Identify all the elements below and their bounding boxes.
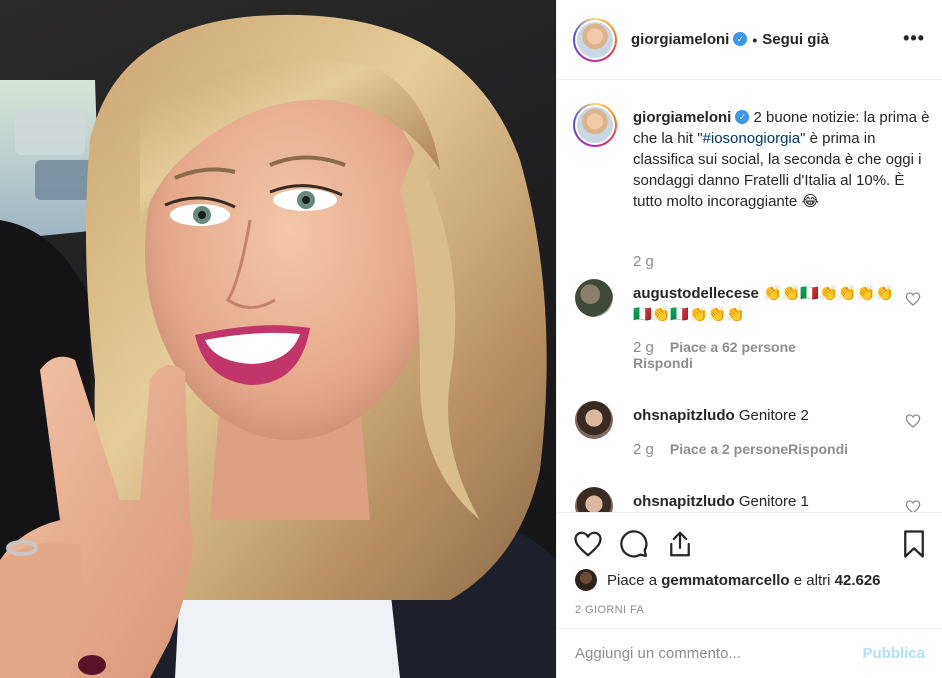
liker-avatar[interactable]	[575, 569, 597, 591]
caption-text: giorgiameloni ✓ 2 buone notizie: la prima…	[633, 107, 933, 212]
comment-likes[interactable]: Piace a 62 persone	[670, 339, 796, 355]
more-horizontal-icon[interactable]: •••	[903, 28, 925, 49]
comment-avatar[interactable]	[575, 487, 613, 513]
comment-text: ohsnapitzludo Genitore 1	[633, 491, 903, 512]
post-date[interactable]: 2 GIORNI FA	[575, 604, 644, 616]
comment-meta: 2 g Piace a 62 persone	[633, 339, 796, 356]
comment-time[interactable]: 2 g	[633, 441, 654, 458]
author-username[interactable]: giorgiameloni	[631, 31, 729, 48]
comment-avatar[interactable]	[575, 279, 613, 317]
caption-username[interactable]: giorgiameloni	[633, 109, 731, 126]
share-icon[interactable]	[665, 529, 695, 559]
post-actions: Piace a gemmatomarcello e altri 42.626 2…	[557, 512, 942, 628]
heart-icon[interactable]	[905, 413, 921, 429]
laughing-emoji: 😂	[801, 193, 819, 210]
author-avatar[interactable]	[573, 17, 617, 62]
heart-icon[interactable]	[905, 499, 921, 513]
like-heart-icon[interactable]	[573, 529, 603, 559]
comment-reply-row: Rispondi	[633, 355, 693, 371]
reply-button[interactable]: Rispondi	[633, 355, 693, 371]
comment-body: Genitore 1	[738, 493, 809, 510]
comments-list[interactable]: giorgiameloni ✓ 2 buone notizie: la prima…	[557, 81, 942, 513]
post-side-panel: giorgiameloni ✓ • Segui già ••• giorgiam…	[556, 0, 942, 678]
comment-body: Genitore 2	[738, 407, 809, 424]
caption-avatar[interactable]	[573, 103, 617, 147]
reply-button[interactable]: Rispondi	[788, 441, 848, 457]
caption-hashtag[interactable]: #iosonogiorgia	[703, 130, 801, 147]
comment-avatar[interactable]	[575, 401, 613, 439]
selfie-illustration	[0, 14, 556, 678]
liker-username[interactable]: gemmatomarcello	[661, 572, 789, 589]
comment-meta: 2 g Piace a 2 personeRispondi	[633, 441, 848, 458]
publish-button[interactable]: Pubblica	[862, 645, 925, 662]
comment-username[interactable]: ohsnapitzludo	[633, 493, 735, 510]
likes-middle: e altri	[793, 571, 831, 589]
separator-dot: •	[752, 31, 758, 48]
heart-icon[interactable]	[905, 291, 921, 307]
likes-summary: Piace a gemmatomarcello e altri 42.626	[575, 569, 881, 591]
post-photo[interactable]	[0, 0, 556, 678]
comment-text: augustodellecese 👏👏🇮🇹👏👏👏👏🇮🇹👏🇮🇹👏👏👏	[633, 283, 903, 325]
caption-meta: 2 g	[633, 253, 654, 270]
likes-prefix: Piace a	[607, 571, 658, 589]
verified-badge-icon: ✓	[733, 31, 748, 46]
comment-likes[interactable]: Piace a 2 persone	[670, 441, 788, 457]
comment-text: ohsnapitzludo Genitore 2	[633, 405, 903, 426]
comment-username[interactable]: ohsnapitzludo	[633, 407, 735, 424]
verified-badge-icon: ✓	[735, 110, 750, 125]
following-button[interactable]: Segui già	[762, 31, 829, 48]
comment-input[interactable]	[575, 645, 863, 662]
likes-count[interactable]: 42.626	[835, 572, 881, 589]
instagram-post: giorgiameloni ✓ • Segui già ••• giorgiam…	[0, 0, 942, 678]
post-header: giorgiameloni ✓ • Segui già •••	[557, 0, 942, 80]
add-comment-bar: Pubblica	[557, 628, 942, 678]
comment-bubble-icon[interactable]	[619, 529, 649, 559]
comment-time[interactable]: 2 g	[633, 339, 654, 356]
comment-username[interactable]: augustodellecese	[633, 285, 759, 302]
bookmark-icon[interactable]	[899, 529, 929, 559]
caption-time[interactable]: 2 g	[633, 253, 654, 270]
